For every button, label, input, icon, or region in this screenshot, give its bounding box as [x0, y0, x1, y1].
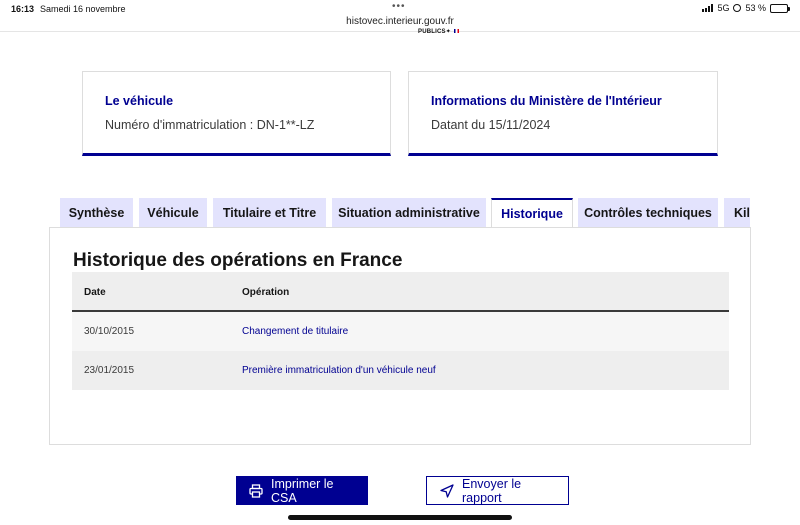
ministry-info-card: Informations du Ministère de l'Intérieur… — [408, 71, 718, 156]
row-date: 23/01/2015 — [84, 365, 135, 376]
address-url[interactable]: histovec.interieur.gouv.fr — [0, 16, 800, 27]
send-label: Envoyer le rapport — [462, 476, 522, 505]
status-indicators: 5G 53 % — [702, 3, 790, 13]
tab-controles-techniques[interactable]: Contrôles techniques — [578, 198, 718, 227]
print-csa-button[interactable]: Imprimer le CSA — [236, 476, 368, 505]
history-title: Historique des opérations en France — [73, 250, 403, 271]
table-row: 30/10/2015 Changement de titulaire — [72, 312, 729, 351]
government-logo: PUBLICS✦ — [418, 28, 459, 35]
table-header: Date Opération — [72, 272, 729, 312]
column-operation: Opération — [242, 287, 290, 298]
status-bar: 16:13 Samedi 16 novembre ••• histovec.in… — [0, 0, 800, 32]
tab-synthese[interactable]: Synthèse — [60, 198, 133, 227]
print-label: Imprimer le CSA — [271, 476, 334, 505]
vehicle-card-title: Le véhicule — [105, 94, 174, 108]
registration-number: Numéro d'immatriculation : DN-1**-LZ — [105, 118, 315, 132]
send-report-button[interactable]: Envoyer le rapport — [426, 476, 569, 505]
row-operation: Première immatriculation d'un véhicule n… — [242, 365, 436, 376]
printer-icon — [249, 483, 263, 498]
orientation-lock-icon — [733, 4, 742, 12]
status-date: Samedi 16 novembre — [40, 4, 126, 14]
tab-vehicule[interactable]: Véhicule — [139, 198, 207, 227]
status-time: 16:13 — [11, 4, 35, 14]
row-operation: Changement de titulaire — [242, 326, 349, 337]
home-indicator[interactable] — [288, 515, 512, 520]
column-date: Date — [84, 287, 106, 298]
send-icon — [440, 483, 454, 498]
tab-list: Synthèse Véhicule Titulaire et Titre Sit… — [60, 198, 750, 228]
data-date: Datant du 15/11/2024 — [431, 118, 551, 132]
tab-historique[interactable]: Historique — [491, 198, 573, 228]
history-table: Date Opération 30/10/2015 Changement de … — [72, 272, 729, 390]
flag-icon — [453, 29, 459, 34]
row-date: 30/10/2015 — [84, 326, 135, 337]
battery-icon — [770, 3, 790, 13]
network-type: 5G — [717, 3, 730, 13]
logo-text: PUBLICS — [418, 29, 446, 35]
ministry-card-title: Informations du Ministère de l'Intérieur — [431, 94, 662, 108]
tab-situation-administrative[interactable]: Situation administrative — [332, 198, 486, 227]
battery-percent: 53 % — [745, 3, 766, 13]
history-panel: Historique des opérations en France Date… — [49, 227, 751, 445]
signal-icon — [702, 4, 714, 12]
tab-titulaire-titre[interactable]: Titulaire et Titre — [213, 198, 326, 227]
vehicle-card: Le véhicule Numéro d'immatriculation : D… — [82, 71, 391, 156]
more-dots-icon[interactable]: ••• — [392, 1, 406, 12]
tab-kilometrage[interactable]: Kilo — [724, 198, 750, 227]
table-row: 23/01/2015 Première immatriculation d'un… — [72, 351, 729, 390]
